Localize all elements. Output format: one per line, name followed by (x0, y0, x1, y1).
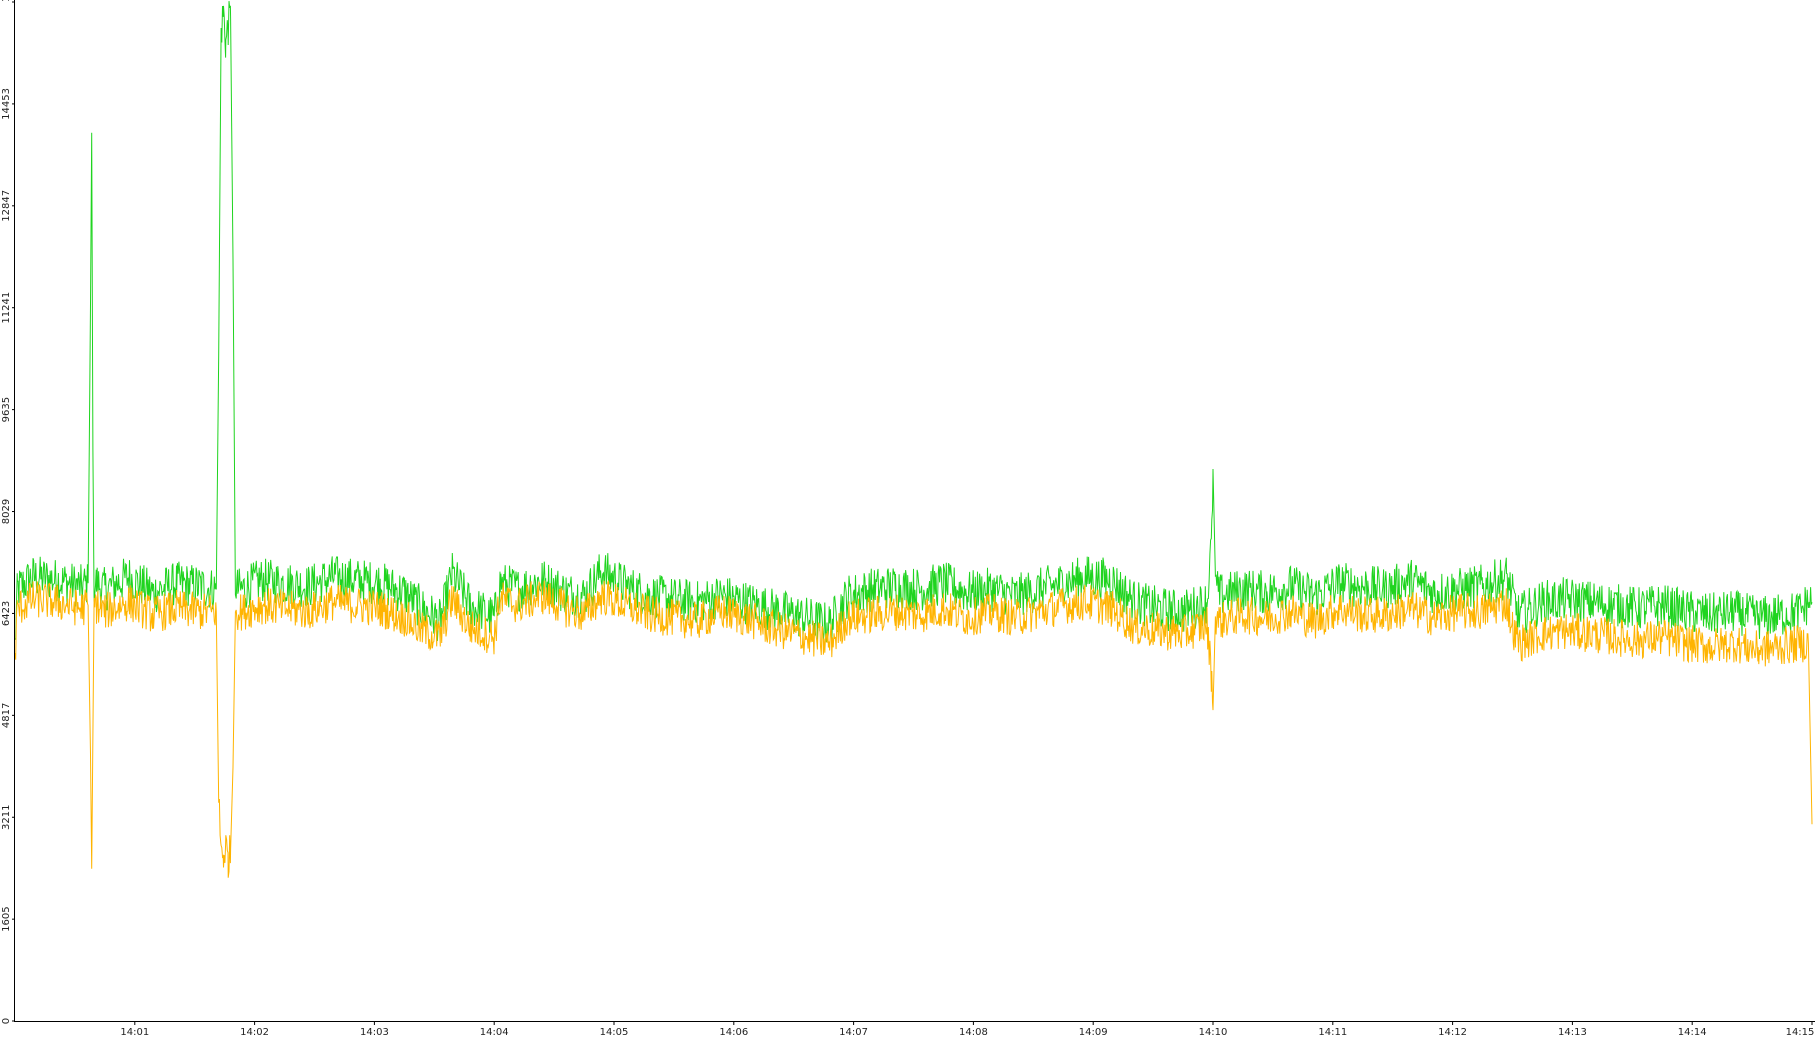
y-tick-label: 8029 (1, 499, 12, 524)
x-tick-label: 14:10 (1199, 1027, 1228, 1038)
x-tick-label: 14:07 (839, 1027, 868, 1038)
x-tick-label: 14:02 (240, 1027, 269, 1038)
y-tick-label: 14453 (1, 88, 12, 120)
y-tick-label: 11241 (1, 292, 12, 324)
chart-background (0, 0, 1815, 1039)
y-tick-label: 12847 (1, 190, 12, 222)
line-chart: 0 1605 3211 4817 6423 8029 9635 11241 12847 14453… (0, 0, 1815, 1039)
y-tick-label: 3211 (1, 805, 12, 830)
x-tick-label: 14:06 (719, 1027, 748, 1038)
x-tick-label: 14:11 (1318, 1027, 1347, 1038)
y-tick-label: 1605 (1, 906, 12, 931)
y-tick-label: 9635 (1, 397, 12, 422)
x-tick-label: 14:13 (1558, 1027, 1587, 1038)
x-tick-label: 14:12 (1438, 1027, 1467, 1038)
x-tick-label: 14:01 (120, 1027, 149, 1038)
y-tick-label: 16059 (1, 0, 12, 2)
x-tick-label: 14:09 (1079, 1027, 1108, 1038)
x-tick-label: 14:08 (959, 1027, 988, 1038)
x-tick-label: 14:04 (480, 1027, 509, 1038)
x-tick-label: 14:15 (1786, 1027, 1815, 1038)
x-tick-label: 14:14 (1678, 1027, 1707, 1038)
x-tick-label: 14:03 (360, 1027, 389, 1038)
y-tick-label: 4817 (1, 703, 12, 728)
x-tick-label: 14:05 (600, 1027, 629, 1038)
y-tick-label: 6423 (1, 601, 12, 626)
y-tick-label: 0 (1, 1018, 12, 1024)
